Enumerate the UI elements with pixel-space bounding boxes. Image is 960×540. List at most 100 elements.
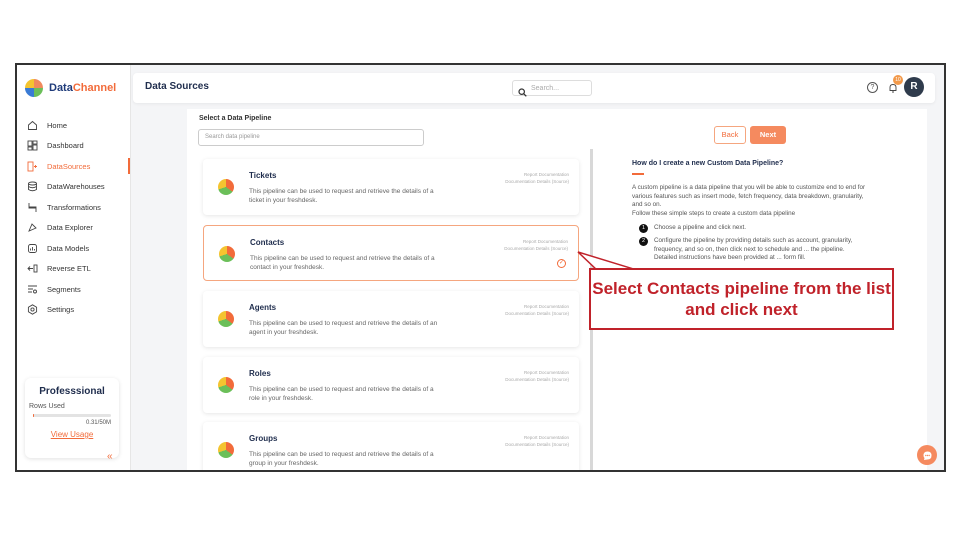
sidebar-item-label: Dashboard (47, 141, 84, 151)
collapse-sidebar-icon[interactable]: « (107, 451, 113, 462)
report-documentation-link[interactable]: Report Documentation (505, 434, 569, 441)
pipeline-logo-icon (218, 179, 234, 195)
sidebar-item-home[interactable]: Home (17, 115, 130, 136)
sidebar-item-label: Home (47, 120, 68, 130)
sidebar-item-datasources[interactable]: DataSources (17, 156, 130, 177)
pipeline-doc-links: Report Documentation Documentation Detai… (504, 238, 568, 252)
sidebar-item-label: Data Explorer (47, 223, 93, 233)
info-body: A custom pipeline is a data pipeline tha… (632, 184, 872, 218)
documentation-details-link[interactable]: Documentation Details (Source) (504, 245, 568, 252)
topbar: Data Sources Search... ? 10 R (133, 73, 935, 103)
pipeline-doc-links: Report Documentation Documentation Detai… (505, 434, 569, 448)
pipeline-logo-icon (218, 442, 234, 458)
check-circle-icon: ✓ (557, 259, 566, 268)
view-usage-link[interactable]: View Usage (33, 430, 111, 439)
sidebar-item-dashboard[interactable]: Dashboard (17, 136, 130, 157)
info-title-underline (632, 173, 644, 175)
sidebar-item-reverse-etl[interactable]: Reverse ETL (17, 259, 130, 280)
sidebar-item-label: DataSources (47, 161, 91, 171)
documentation-details-link[interactable]: Documentation Details (Source) (505, 310, 569, 317)
pipeline-card-agents[interactable]: Agents This pipeline can be used to requ… (203, 291, 579, 347)
transform-icon (27, 202, 38, 213)
report-documentation-link[interactable]: Report Documentation (505, 303, 569, 310)
avatar[interactable]: R (904, 77, 924, 97)
info-title: How do I create a new Custom Data Pipeli… (632, 160, 784, 167)
step-text: Choose a pipeline and click next. (654, 224, 747, 231)
sidebar-item-label: Reverse ETL (47, 264, 91, 274)
plan-card: Professsional Rows Used 0.31/50M View Us… (25, 378, 119, 458)
sidebar-item-label: Data Models (47, 243, 90, 253)
pipeline-logo-icon (218, 377, 234, 393)
documentation-details-link[interactable]: Documentation Details (Source) (505, 178, 569, 185)
global-search-input[interactable]: Search... (512, 80, 592, 97)
pipeline-description: This pipeline can be used to request and… (249, 451, 434, 467)
pipeline-card-roles[interactable]: Roles This pipeline can be used to reque… (203, 357, 579, 413)
info-step-2: 2 Configure the pipeline by providing de… (639, 237, 869, 263)
select-pipeline-label: Select a Data Pipeline (199, 115, 272, 122)
report-documentation-link[interactable]: Report Documentation (504, 238, 568, 245)
datasources-icon (27, 161, 38, 172)
page-title: Data Sources (145, 81, 209, 92)
sidebar-item-label: Transformations (47, 202, 101, 212)
next-button[interactable]: Next (750, 126, 786, 144)
pipeline-title: Roles (249, 369, 271, 378)
app-name: DataChannel (49, 82, 117, 94)
sidebar-item-data-explorer[interactable]: Data Explorer (17, 218, 130, 239)
gear-icon (27, 304, 38, 315)
plan-name: Professsional (39, 386, 105, 397)
logo-icon (25, 79, 43, 97)
chat-button[interactable] (917, 445, 937, 465)
sidebar-item-label: Settings (47, 305, 75, 315)
rows-used-bar (33, 414, 111, 417)
pipeline-description: This pipeline can be used to request and… (249, 386, 434, 402)
back-button[interactable]: Back (714, 126, 746, 144)
help-icon[interactable]: ? (867, 82, 878, 93)
logo[interactable]: DataChannel (17, 65, 130, 111)
info-step-1: 1 Choose a pipeline and click next. (639, 224, 869, 233)
step-text: Configure the pipeline by providing deta… (654, 237, 853, 261)
home-icon (27, 120, 38, 131)
sidebar-item-settings[interactable]: Settings (17, 300, 130, 321)
info-paragraph: Follow these simple steps to create a cu… (632, 209, 796, 217)
pipeline-logo-icon (218, 311, 234, 327)
pipeline-card-contacts[interactable]: Contacts This pipeline can be used to re… (203, 225, 579, 281)
segments-icon (27, 284, 38, 295)
sidebar-item-label: DataWarehouses (47, 182, 105, 192)
explorer-icon (27, 222, 38, 233)
sidebar: DataChannel Home Dashboard DataSources D… (17, 65, 131, 470)
pipeline-title: Tickets (249, 171, 277, 180)
documentation-details-link[interactable]: Documentation Details (Source) (505, 376, 569, 383)
info-paragraph: A custom pipeline is a data pipeline tha… (632, 184, 866, 208)
sidebar-item-datawarehouses[interactable]: DataWarehouses (17, 177, 130, 198)
pipeline-title: Contacts (250, 238, 285, 247)
pipeline-card-groups[interactable]: Groups This pipeline can be used to requ… (203, 422, 579, 470)
pipeline-description: This pipeline can be used to request and… (250, 255, 435, 271)
sidebar-item-transformations[interactable]: Transformations (17, 197, 130, 218)
pipeline-title: Agents (249, 303, 277, 312)
notification-badge: 10 (893, 75, 903, 85)
database-icon (27, 181, 38, 192)
models-icon (27, 243, 38, 254)
pipeline-logo-icon (219, 246, 235, 262)
pipeline-description: This pipeline can be used to request and… (249, 320, 438, 336)
documentation-details-link[interactable]: Documentation Details (Source) (505, 441, 569, 448)
sidebar-item-data-models[interactable]: Data Models (17, 238, 130, 259)
pipeline-doc-links: Report Documentation Documentation Detai… (505, 303, 569, 317)
tutorial-callout: Select Contacts pipeline from the list a… (589, 268, 894, 330)
search-icon (518, 84, 527, 97)
pipeline-doc-links: Report Documentation Documentation Detai… (505, 369, 569, 383)
pipeline-doc-links: Report Documentation Documentation Detai… (505, 171, 569, 185)
reverse-etl-icon (27, 263, 38, 274)
report-documentation-link[interactable]: Report Documentation (505, 171, 569, 178)
pipeline-search-input[interactable]: Search data pipeline (198, 129, 424, 146)
step-number: 2 (639, 237, 648, 246)
pipeline-card-tickets[interactable]: Tickets This pipeline can be used to req… (203, 159, 579, 215)
rows-used-label: Rows Used (29, 403, 65, 410)
step-number: 1 (639, 224, 648, 233)
pipeline-description: This pipeline can be used to request and… (249, 188, 434, 204)
chat-icon (923, 451, 931, 460)
sidebar-item-segments[interactable]: Segments (17, 279, 130, 300)
sidebar-item-label: Segments (47, 284, 81, 294)
report-documentation-link[interactable]: Report Documentation (505, 369, 569, 376)
dashboard-icon (27, 140, 38, 151)
